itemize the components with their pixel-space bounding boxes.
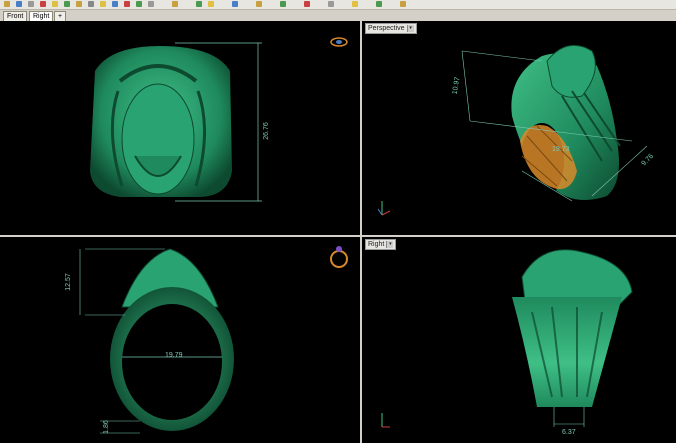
toolbar-icon-22[interactable] [352, 1, 358, 7]
viewport-top-right[interactable]: 10.97 19.73 9.76 Perspective ▾ [362, 21, 676, 235]
toolbar-icon-21[interactable] [328, 1, 334, 7]
chevron-down-icon[interactable]: ▾ [386, 241, 394, 248]
toolbar-icon-10[interactable] [112, 1, 118, 7]
toolbar-icon-8[interactable] [88, 1, 94, 7]
toolbar-icon-20[interactable] [304, 1, 310, 7]
toolbar-icon-15[interactable] [196, 1, 202, 7]
dim-inner-diameter: 19.79 [165, 352, 183, 359]
ring-band-inner [122, 304, 222, 420]
ring-gem-bottom-left [336, 246, 342, 252]
viewport-label-perspective-text: Perspective [368, 25, 405, 32]
viewport-divider-horizontal[interactable] [0, 235, 676, 237]
toolbar-icon-2[interactable] [16, 1, 22, 7]
toolbar-icon-19[interactable] [280, 1, 286, 7]
jesus-face [121, 83, 195, 195]
top-left-scene: 26.76 [90, 37, 348, 202]
dim-face-height: 26.76 [263, 122, 270, 140]
viewport-top-left[interactable]: 26.76 [0, 21, 360, 235]
toolbar-icon-24[interactable] [400, 1, 406, 7]
toolbar-icon-18[interactable] [256, 1, 262, 7]
tab-front[interactable]: Front [3, 11, 28, 21]
toolbar-icon-3[interactable] [28, 1, 34, 7]
viewport-tab-bar: Front Right + [0, 10, 676, 21]
toolbar-icon-5[interactable] [52, 1, 58, 7]
toolbar-icon-4[interactable] [40, 1, 46, 7]
dim-persp-a: 10.97 [452, 76, 462, 95]
toolbar-icon-23[interactable] [376, 1, 382, 7]
toolbar-icon-7[interactable] [76, 1, 82, 7]
toolbar-icon-9[interactable] [100, 1, 106, 7]
tab-add[interactable]: + [54, 11, 67, 21]
toolbar-icon-11[interactable] [124, 1, 130, 7]
tab-right[interactable]: Right [29, 11, 54, 21]
toolbar-icon-16[interactable] [208, 1, 214, 7]
toolbar-icon-12[interactable] [136, 1, 142, 7]
ring-gem-top-left [336, 40, 342, 44]
ring-icon-bottom-left [330, 250, 348, 268]
viewport-divider-vertical[interactable] [360, 21, 362, 443]
toolbar-icon-13[interactable] [148, 1, 154, 7]
toolbar [0, 0, 676, 10]
viewport-bottom-right[interactable]: 6.37 Right ▾ [362, 237, 676, 443]
axis-indicator-top-right [377, 201, 391, 216]
dim-shank-width: 6.37 [562, 429, 576, 436]
axis-indicator-bottom-right [381, 413, 390, 428]
toolbar-icon-14[interactable] [172, 1, 178, 7]
chevron-down-icon[interactable]: ▾ [406, 25, 414, 32]
toolbar-icon-6[interactable] [64, 1, 70, 7]
top-right-scene: 10.97 19.73 9.76 [377, 44, 655, 216]
toolbar-icon-17[interactable] [232, 1, 238, 7]
dim-persp-b: 19.73 [552, 146, 570, 153]
viewport-bottom-left[interactable]: 19.79 12.57 1.86 [0, 237, 360, 443]
dim-band-thickness: 1.86 [103, 420, 110, 434]
toolbar-icon-1[interactable] [4, 1, 10, 7]
viewport-label-perspective[interactable]: Perspective ▾ [365, 23, 417, 34]
dim-head-height: 12.57 [65, 273, 72, 291]
bottom-right-scene: 6.37 [381, 249, 633, 436]
dim-persp-a-line [461, 50, 543, 62]
ring-shank-right [512, 297, 622, 407]
viewport-label-right-text: Right [368, 241, 385, 248]
dim-persp-c: 9.76 [640, 153, 655, 168]
viewport-label-right[interactable]: Right ▾ [365, 239, 397, 250]
bottom-left-scene: 19.79 12.57 1.86 [65, 246, 348, 434]
